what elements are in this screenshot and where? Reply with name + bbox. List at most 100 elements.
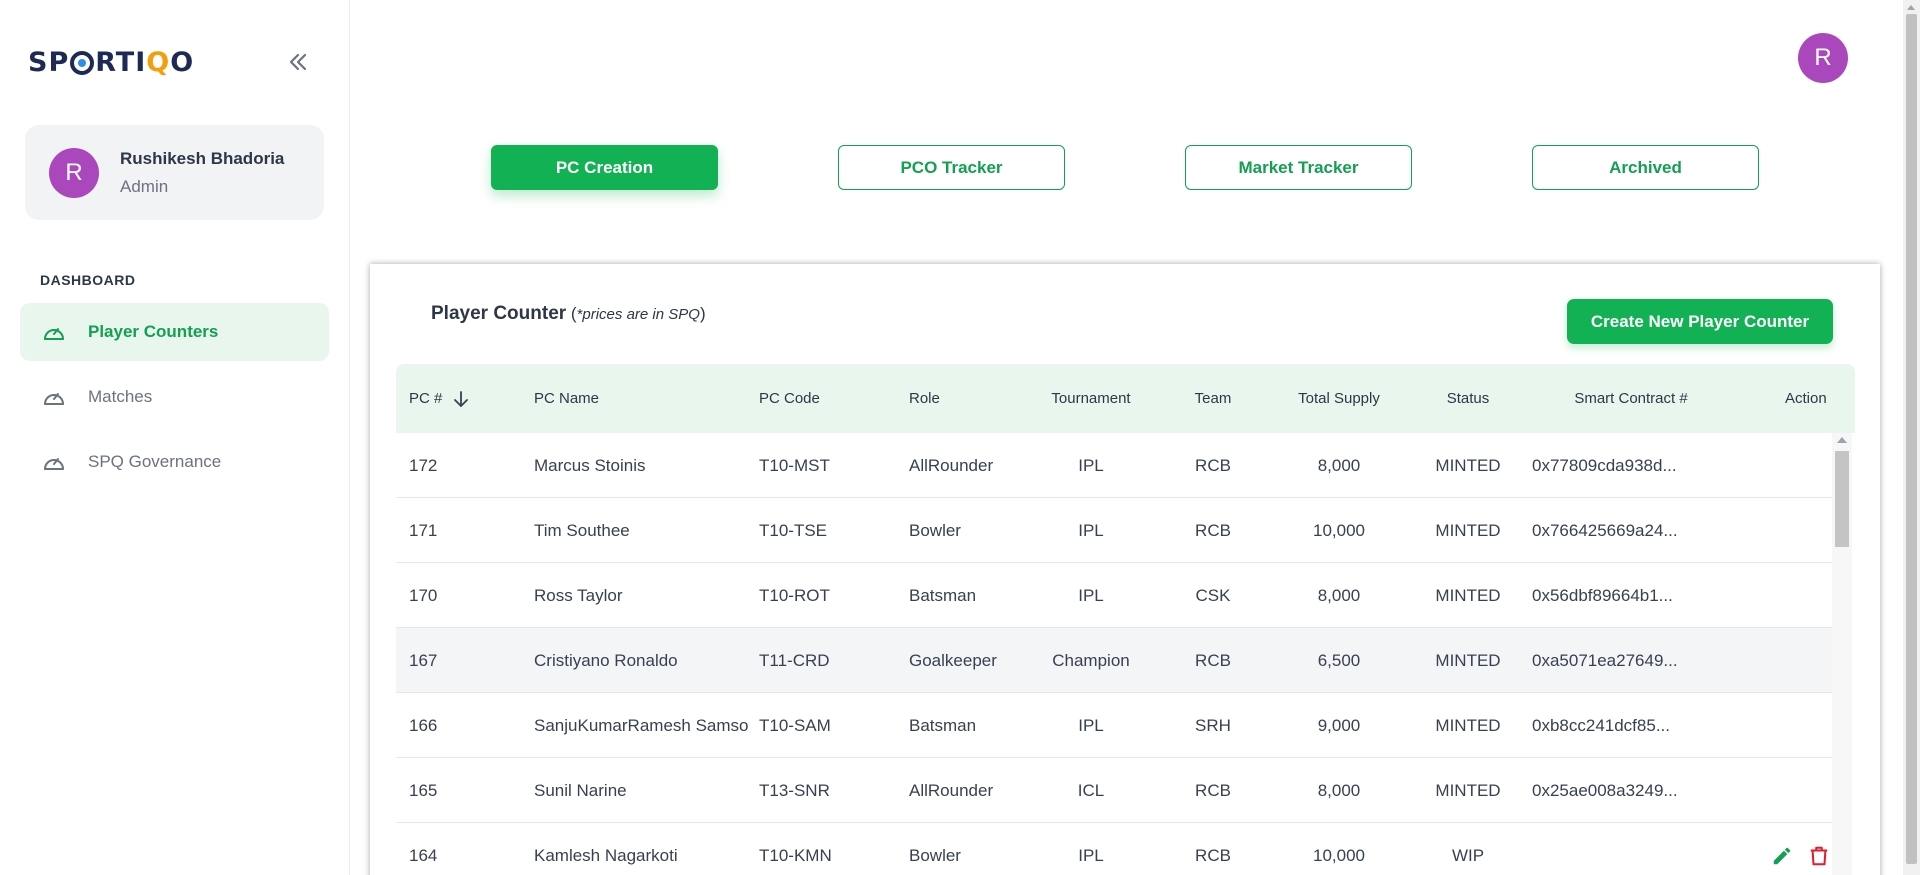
cell-smart-contract[interactable]: 0x56dbf89664b1... [1532, 563, 1732, 628]
cell-pc-number: 172 [409, 455, 438, 475]
table-scrollbar-thumb[interactable] [1835, 451, 1849, 547]
table-row[interactable]: 170 Ross Taylor T10-ROT Batsman IPL CSK … [396, 563, 1832, 628]
cell-role: Bowler [909, 845, 961, 865]
cell-smart-contract[interactable]: 0x766425669a24... [1532, 498, 1732, 563]
cell-pc-name: Cristiyano Ronaldo [534, 650, 678, 670]
sportiqo-logo[interactable]: SP RTI Q O [28, 46, 194, 78]
cell-smart-contract[interactable]: 0x77809cda938d... [1532, 433, 1732, 498]
cell-pc-code: T10-TSE [759, 520, 828, 540]
double-chevron-left-icon [289, 53, 307, 71]
table-scrollbar[interactable] [1832, 433, 1852, 875]
cell-role: Batsman [909, 585, 977, 605]
cell-team: RCB [1195, 650, 1231, 670]
user-name: Rushikesh Bhadoria [120, 149, 285, 168]
header-user-avatar[interactable]: R [1798, 33, 1848, 83]
cell-pc-name: Ross Taylor [534, 585, 623, 605]
logo-o-mark-icon [70, 51, 95, 75]
cell-pc-code: T10-KMN [759, 845, 832, 865]
cell-tournament: IPL [1078, 845, 1104, 865]
cell-pc-name: Sunil Narine [534, 780, 627, 800]
delete-button[interactable] [1806, 843, 1832, 869]
cell-smart-contract[interactable]: 0xa5071ea27649... [1532, 628, 1732, 693]
cell-pc-number: 171 [409, 520, 438, 540]
cell-pc-number: 165 [409, 780, 438, 800]
table-row[interactable]: 164 Kamlesh Nagarkoti T10-KMN Bowler IPL… [396, 823, 1832, 875]
cell-role: Goalkeeper [909, 650, 997, 670]
page-scrollbar[interactable] [1903, 0, 1920, 875]
tab-archived[interactable]: Archived [1532, 145, 1759, 190]
cell-smart-contract[interactable]: 0xb8cc241dcf85... [1532, 693, 1732, 758]
user-profile-card[interactable]: R Rushikesh Bhadoria Admin [25, 125, 324, 220]
cell-role: AllRounder [909, 780, 994, 800]
dashboard-section-label: DASHBOARD [40, 272, 136, 288]
cell-team: CSK [1195, 585, 1231, 605]
cell-tournament: IPL [1078, 455, 1104, 475]
sidebar: SP RTI Q O R Rushikesh Bhadoria Admin DASHB… [0, 0, 350, 875]
tab-market-tracker[interactable]: Market Tracker [1185, 145, 1412, 190]
sidebar-item-label: Matches [88, 387, 153, 406]
column-header-pc-code: PC Code [759, 390, 820, 407]
edit-button[interactable] [1769, 843, 1795, 869]
cell-smart-contract[interactable]: 0x25ae008a3249... [1532, 758, 1732, 823]
cell-tournament: IPL [1078, 520, 1104, 540]
price-note-open: ( [566, 304, 577, 323]
logo-text-rti: RTI [95, 46, 147, 78]
speedometer-icon [42, 385, 66, 409]
column-header-action: Action [1785, 390, 1827, 407]
tab-pc-creation[interactable]: PC Creation [491, 145, 718, 190]
table-row[interactable]: 166 SanjuKumarRamesh Samson T10-SAM Bats… [396, 693, 1832, 758]
table-row[interactable]: 167 Cristiyano Ronaldo T11-CRD Goalkeepe… [396, 628, 1832, 693]
cell-status: MINTED [1435, 780, 1501, 800]
sidebar-item-label: SPQ Governance [88, 452, 222, 471]
price-note-text: *prices are in SPQ [576, 306, 700, 323]
column-header-status: Status [1446, 390, 1490, 407]
collapse-sidebar-button[interactable] [284, 48, 312, 76]
column-header-role: Role [909, 390, 940, 407]
cell-tournament: IPL [1078, 585, 1104, 605]
cell-pc-code: T10-ROT [759, 585, 830, 605]
cell-pc-name: SanjuKumarRamesh Samson [534, 715, 749, 735]
pencil-icon [1773, 847, 1791, 865]
cell-status: MINTED [1435, 585, 1501, 605]
card-title-text: Player Counter [431, 303, 567, 324]
create-new-player-counter-button[interactable]: Create New Player Counter [1567, 299, 1833, 344]
table-row[interactable]: 171 Tim Southee T10-TSE Bowler IPL RCB 1… [396, 498, 1832, 563]
scroll-up-arrow-icon[interactable] [1837, 437, 1847, 443]
cell-tournament: ICL [1077, 780, 1105, 800]
cell-team: RCB [1195, 455, 1231, 475]
table-body: 172 Marcus Stoinis T10-MST AllRounder IP… [396, 433, 1832, 875]
cell-total-supply: 10,000 [1313, 520, 1365, 540]
cell-pc-code: T11-CRD [759, 650, 830, 670]
arrow-down-icon[interactable] [452, 390, 470, 408]
column-header-pc-name: PC Name [534, 390, 600, 407]
price-note-close: ) [699, 304, 706, 323]
cell-pc-number: 166 [409, 715, 438, 735]
speedometer-icon [42, 320, 66, 344]
cell-total-supply: 9,000 [1317, 715, 1361, 735]
cell-total-supply: 8,000 [1317, 780, 1361, 800]
cell-status: WIP [1451, 845, 1485, 865]
sidebar-item-spq-governance[interactable]: SPQ Governance [20, 433, 329, 491]
table-row[interactable]: 172 Marcus Stoinis T10-MST AllRounder IP… [396, 433, 1832, 498]
cell-pc-number: 164 [409, 845, 438, 865]
column-header-total-supply: Total Supply [1298, 390, 1380, 407]
speedometer-icon [42, 450, 66, 474]
table-row[interactable]: 165 Sunil Narine T13-SNR AllRounder ICL … [396, 758, 1832, 823]
sidebar-item-matches[interactable]: Matches [20, 368, 329, 426]
sidebar-item-label: Player Counters [88, 322, 219, 341]
column-header-pc-number[interactable]: PC # [409, 364, 470, 433]
cell-team: RCB [1195, 845, 1231, 865]
cell-smart-contract[interactable] [1532, 823, 1732, 875]
cell-pc-name: Kamlesh Nagarkoti [534, 845, 678, 865]
sidebar-item-player-counters[interactable]: Player Counters [20, 303, 329, 361]
cell-team: SRH [1195, 715, 1231, 735]
user-role: Admin [120, 177, 169, 196]
page-scroll-up-arrow-icon[interactable] [1907, 5, 1915, 10]
tab-pco-tracker[interactable]: PCO Tracker [838, 145, 1065, 190]
cell-tournament: Champion [1052, 650, 1130, 670]
cell-pc-name: Tim Southee [534, 520, 630, 540]
page-scrollbar-thumb[interactable] [1906, 14, 1917, 864]
cell-pc-number: 170 [409, 585, 438, 605]
cell-total-supply: 6,500 [1317, 650, 1361, 670]
logo-text-o: O [170, 46, 195, 78]
